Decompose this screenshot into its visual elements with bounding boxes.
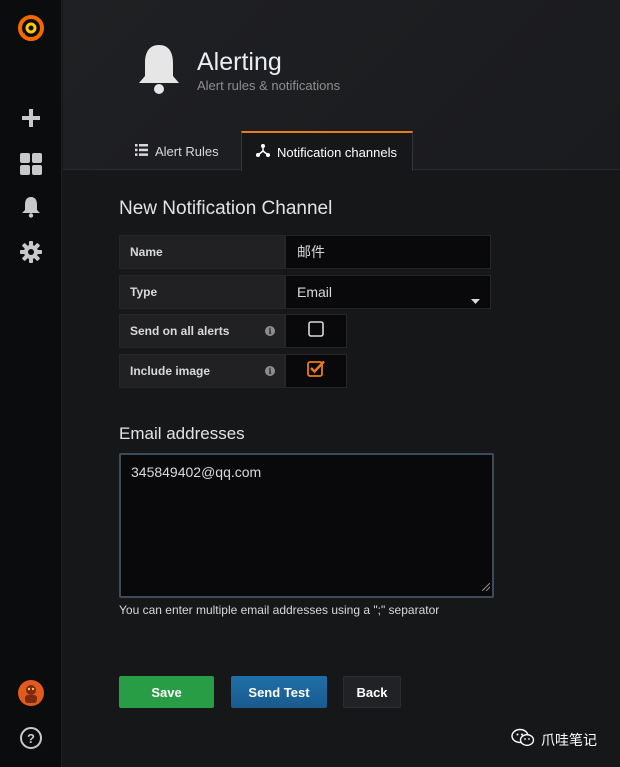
email-section-title: Email addresses xyxy=(119,424,245,443)
type-select[interactable]: Email xyxy=(285,275,491,309)
email-addresses-value: 345849402@qq.com xyxy=(131,464,262,480)
name-label: Name xyxy=(119,235,285,269)
send-test-button[interactable]: Send Test xyxy=(231,676,327,708)
send-all-label: Send on all alerts xyxy=(130,324,230,338)
resize-handle-icon[interactable] xyxy=(481,578,491,594)
include-image-label: Include image xyxy=(130,364,211,378)
name-row: Name 邮件 xyxy=(119,235,491,269)
include-image-checkbox[interactable] xyxy=(307,360,325,382)
plus-icon[interactable] xyxy=(0,105,62,131)
save-button[interactable]: Save xyxy=(119,676,214,708)
alerting-bell-icon xyxy=(137,43,181,102)
grafana-logo-icon[interactable] xyxy=(0,10,62,46)
type-label: Type xyxy=(119,275,285,309)
page-title: Alerting xyxy=(197,48,282,76)
email-addresses-textarea[interactable]: 345849402@qq.com xyxy=(119,453,494,598)
tab-label: Notification channels xyxy=(277,144,397,160)
type-row: Type Email xyxy=(119,275,491,309)
list-icon xyxy=(135,143,148,159)
sitemap-icon xyxy=(256,144,270,160)
wechat-icon xyxy=(511,728,535,751)
gear-icon[interactable] xyxy=(0,239,62,265)
send-all-row: Send on all alerts i xyxy=(119,314,347,348)
type-select-value: Email xyxy=(297,284,333,300)
watermark: 爪哇笔记 xyxy=(511,728,597,751)
include-image-row: Include image i xyxy=(119,354,347,388)
page-subtitle: Alert rules & notifications xyxy=(197,78,341,93)
avatar[interactable] xyxy=(0,679,62,707)
send-all-checkbox-cell xyxy=(285,314,347,348)
send-all-label-cell: Send on all alerts i xyxy=(119,314,285,348)
help-icon[interactable]: ? xyxy=(0,725,62,751)
include-image-label-cell: Include image i xyxy=(119,354,285,388)
tab-notification-channels[interactable]: Notification channels xyxy=(241,131,413,171)
sidebar: ? xyxy=(0,0,62,767)
name-input[interactable]: 邮件 xyxy=(285,235,491,269)
tab-label: Alert Rules xyxy=(155,143,219,159)
tab-alert-rules[interactable]: Alert Rules xyxy=(121,131,239,171)
bell-icon[interactable] xyxy=(0,194,62,220)
caret-down-icon xyxy=(471,291,480,307)
email-help-text: You can enter multiple email addresses u… xyxy=(119,603,440,617)
back-button[interactable]: Back xyxy=(343,676,401,708)
include-image-checkbox-cell xyxy=(285,354,347,388)
dashboards-icon[interactable] xyxy=(0,151,62,177)
info-icon[interactable]: i xyxy=(265,366,275,376)
watermark-text: 爪哇笔记 xyxy=(541,731,597,748)
info-icon[interactable]: i xyxy=(265,326,275,336)
send-all-checkbox[interactable] xyxy=(308,320,324,342)
form-title: New Notification Channel xyxy=(119,198,333,219)
